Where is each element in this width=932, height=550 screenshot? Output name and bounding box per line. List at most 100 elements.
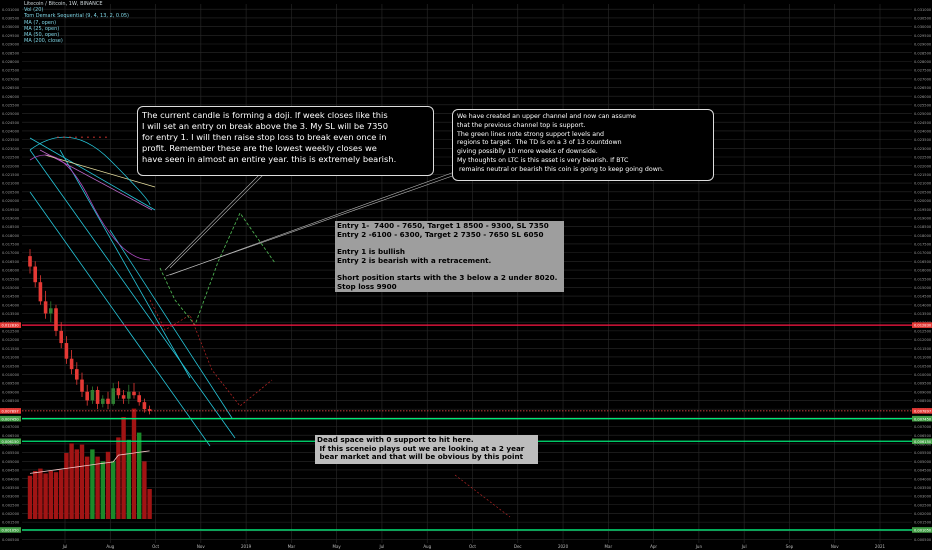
candle-body <box>59 330 63 344</box>
channel-note[interactable]: We have created an upper channel and now… <box>452 109 714 181</box>
td-marker: • <box>87 135 90 141</box>
y-tick-label: 0.013500 <box>914 312 932 316</box>
y-tick-label-left: 0.030500 <box>2 17 20 21</box>
y-tick-label: 0.028000 <box>914 60 932 64</box>
y-tick-label-left: 0.018000 <box>2 234 20 238</box>
right-price-axis[interactable]: 0.031000 0.030500 0.030000 0.029500 0.029000… <box>912 8 932 542</box>
y-tick-label: 0.022000 <box>914 164 932 168</box>
y-tick-label-left: 0.021000 <box>2 182 20 186</box>
td-marker: • <box>63 135 66 141</box>
y-tick-label: 0.025500 <box>914 103 932 107</box>
y-tick-label-left: 0.002000 <box>2 512 20 516</box>
candle-body <box>75 369 79 380</box>
y-tick-label: 0.010500 <box>914 364 932 368</box>
y-tick-label-left: 0.011000 <box>2 356 20 360</box>
y-tick-label: 0.018000 <box>914 234 932 238</box>
price-label-left: 0.006150 <box>2 440 20 444</box>
y-tick-label: 0.027500 <box>914 69 932 73</box>
y-tick-label: 0.009500 <box>914 382 932 386</box>
y-tick-label: 0.019500 <box>914 208 932 212</box>
y-tick-label-left: 0.012500 <box>2 329 20 333</box>
left-price-axis[interactable]: 0.031000 0.030500 0.030000 0.029500 0.029000… <box>0 8 21 542</box>
candle-body <box>49 308 53 314</box>
candle-body <box>54 308 58 331</box>
x-tick-label: Jul <box>379 544 385 549</box>
candle-body <box>116 388 121 396</box>
price-label-left: 0.007897 <box>2 410 19 414</box>
y-tick-label: 0.011500 <box>914 347 932 351</box>
x-tick-label: Oct <box>469 544 476 549</box>
y-tick-label: 0.026000 <box>914 95 932 99</box>
legend-ma200[interactable]: MA (200, close) <box>24 38 129 44</box>
candle-body <box>111 388 115 404</box>
y-tick-label-left: 0.025000 <box>2 112 20 116</box>
y-tick-label-left: 0.002500 <box>2 503 20 507</box>
y-tick-label: 0.014500 <box>914 295 932 299</box>
candle-body <box>106 398 110 404</box>
chart-legend: Litecoin / Bitcoin, 1W, BINANCE Vol (20)… <box>24 1 129 44</box>
price-label-left: 0.001050 <box>2 529 20 533</box>
doji-note[interactable]: The current candle is forming a doji. If… <box>137 106 434 176</box>
x-tick-label: Apr <box>650 544 657 549</box>
candle-body <box>64 343 69 359</box>
y-tick-label-left: 0.030000 <box>2 25 20 29</box>
y-tick-label: 0.024000 <box>914 130 932 134</box>
x-tick-label: Sep <box>786 544 794 549</box>
volume-bar <box>100 461 105 519</box>
y-tick-label-left: 0.011500 <box>2 347 20 351</box>
y-tick-label-left: 0.009000 <box>2 390 20 394</box>
x-tick-label: 2019 <box>241 544 252 549</box>
y-tick-label-left: 0.008500 <box>2 399 20 403</box>
y-tick-label-left: 0.024000 <box>2 130 20 134</box>
x-tick-label: Nov <box>197 544 205 549</box>
y-tick-label-left: 0.004000 <box>2 477 20 481</box>
y-tick-label: 0.031000 <box>914 8 932 12</box>
y-tick-label-left: 0.001500 <box>2 521 20 525</box>
y-tick-label: 0.015000 <box>914 286 932 290</box>
y-tick-label-left: 0.027500 <box>2 69 20 73</box>
y-tick-label-left: 0.019000 <box>2 216 20 220</box>
x-tick-label: May <box>333 544 342 549</box>
volume-bar <box>69 443 74 519</box>
x-tick-label: 2021 <box>875 544 886 549</box>
y-tick-label: 0.004500 <box>914 469 932 473</box>
y-tick-label: 0.029000 <box>914 43 932 47</box>
y-tick-label: 0.003000 <box>914 495 932 499</box>
candle-body <box>38 282 43 302</box>
y-tick-label: 0.015500 <box>914 277 932 281</box>
y-tick-label: 0.016000 <box>914 269 932 273</box>
x-tick-label: Nov <box>831 544 839 549</box>
legend-td[interactable]: Tom Demark Sequential (9, 4, 13, 2, 0.05… <box>24 13 129 19</box>
volume-bar <box>90 449 95 519</box>
volume-bar <box>116 437 121 519</box>
y-tick-label-left: 0.006500 <box>2 434 20 438</box>
y-tick-label-left: 0.023500 <box>2 138 20 142</box>
entries-note[interactable]: Entry 1- 7400 - 7650, Target 1 8500 - 93… <box>335 221 564 292</box>
y-tick-label: 0.009000 <box>914 390 932 394</box>
y-tick-label-left: 0.029500 <box>2 34 20 38</box>
y-tick-label: 0.026500 <box>914 86 932 90</box>
y-tick-label: 0.012500 <box>914 329 932 333</box>
volume-bar <box>27 475 33 519</box>
y-tick-label: 0.027000 <box>914 77 932 81</box>
candle-body <box>43 301 48 314</box>
y-tick-label: 0.011000 <box>914 356 932 360</box>
y-tick-label-left: 0.014000 <box>2 303 20 307</box>
y-tick-label: 0.021000 <box>914 182 932 186</box>
y-tick-label-left: 0.000500 <box>2 538 20 542</box>
y-tick-label: 0.012000 <box>914 338 932 342</box>
y-tick-label-left: 0.016500 <box>2 260 20 264</box>
y-tick-label-left: 0.010000 <box>2 373 20 377</box>
y-tick-label-left: 0.023000 <box>2 147 20 151</box>
dead-space-note[interactable]: Dead space with 0 support to hit here. I… <box>315 435 538 464</box>
volume-bar <box>64 453 69 519</box>
y-tick-label: 0.030000 <box>914 25 932 29</box>
volume-bar <box>111 461 116 519</box>
y-tick-label-left: 0.015500 <box>2 277 20 281</box>
candle-body <box>121 395 126 399</box>
y-tick-label-left: 0.026000 <box>2 95 20 99</box>
y-tick-label: 0.022500 <box>914 156 932 160</box>
y-tick-label: 0.014000 <box>914 303 932 307</box>
y-tick-label: 0.021500 <box>914 173 932 177</box>
y-tick-label: 0.018500 <box>914 225 932 229</box>
